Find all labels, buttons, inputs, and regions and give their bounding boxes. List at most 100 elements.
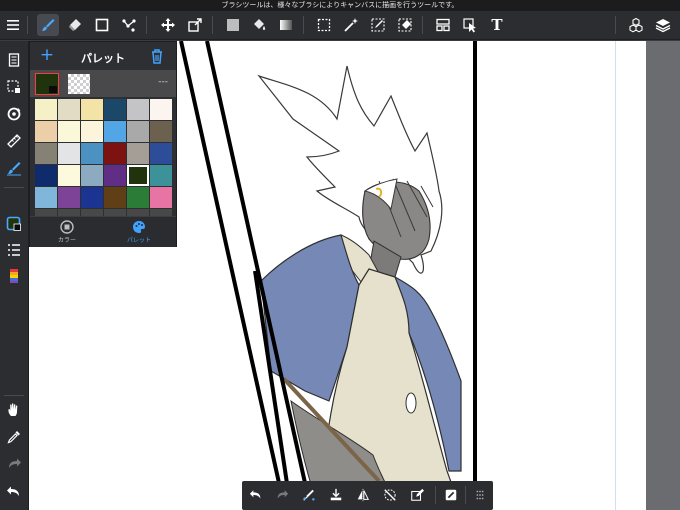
menu-icon[interactable] bbox=[2, 14, 24, 36]
palette-swatch[interactable] bbox=[127, 121, 149, 142]
rotate-view-icon[interactable] bbox=[3, 103, 25, 125]
left-tool-strip bbox=[0, 41, 29, 510]
palette-swatch[interactable] bbox=[104, 187, 126, 208]
toolbar-divider bbox=[27, 16, 28, 34]
ruler-icon[interactable] bbox=[3, 130, 25, 152]
move-tool-icon[interactable] bbox=[157, 14, 179, 36]
strip-divider bbox=[4, 395, 24, 396]
strip-divider bbox=[4, 187, 24, 188]
select-pen-icon[interactable] bbox=[367, 14, 389, 36]
toolbar-divider bbox=[422, 16, 423, 34]
text-tool-icon[interactable]: T bbox=[486, 14, 508, 36]
palette-footer-tabs: カラー パレット bbox=[30, 216, 176, 247]
page-manager-icon[interactable] bbox=[3, 49, 25, 71]
palette-swatch[interactable] bbox=[81, 121, 103, 142]
palette-swatch[interactable] bbox=[127, 187, 149, 208]
bottom-divider bbox=[465, 486, 466, 504]
flip-icon[interactable] bbox=[353, 485, 373, 505]
redo-icon[interactable] bbox=[272, 485, 292, 505]
color-bar-icon[interactable] bbox=[3, 265, 25, 287]
tool-hint-text: ブラシツールは、様々なブラシによりキャンバスに描画を行うツールです。 bbox=[221, 1, 459, 9]
palette-swatch[interactable] bbox=[150, 121, 172, 142]
tab-color[interactable]: カラー bbox=[42, 220, 92, 244]
frame-tool-icon[interactable] bbox=[432, 14, 454, 36]
eraser-tool-icon[interactable] bbox=[64, 14, 86, 36]
palette-swatch[interactable] bbox=[104, 143, 126, 164]
eyedropper-icon[interactable] bbox=[3, 426, 25, 448]
undo-icon[interactable] bbox=[3, 481, 25, 503]
edit-icon[interactable] bbox=[407, 485, 427, 505]
palette-swatch[interactable] bbox=[104, 121, 126, 142]
current-color-more[interactable]: --- bbox=[158, 77, 168, 87]
palette-swatch[interactable] bbox=[81, 99, 103, 120]
fill-square-icon[interactable] bbox=[222, 14, 244, 36]
palette-swatch[interactable] bbox=[35, 99, 57, 120]
palette-swatch[interactable] bbox=[150, 99, 172, 120]
palette-swatch[interactable] bbox=[127, 99, 149, 120]
more-icon[interactable] bbox=[470, 485, 490, 505]
snap-icon[interactable] bbox=[299, 485, 319, 505]
palette-swatch[interactable] bbox=[127, 143, 149, 164]
palette-swatch[interactable] bbox=[58, 121, 80, 142]
transparent-color-swatch[interactable] bbox=[68, 74, 90, 94]
palette-swatch[interactable] bbox=[150, 187, 172, 208]
bottom-toolbar bbox=[242, 481, 493, 510]
operation-tool-icon[interactable] bbox=[459, 14, 481, 36]
tab-palette[interactable]: パレット bbox=[114, 220, 164, 244]
brush-tool-icon[interactable] bbox=[37, 14, 59, 36]
tool-hint-bar: ブラシツールは、様々なブラシによりキャンバスに描画を行うツールです。 bbox=[0, 0, 680, 11]
import-icon[interactable] bbox=[326, 485, 346, 505]
selection-layer-icon[interactable] bbox=[3, 76, 25, 98]
rect-tool-icon[interactable] bbox=[91, 14, 113, 36]
dot-tool-icon[interactable] bbox=[118, 14, 140, 36]
palette-swatch[interactable] bbox=[58, 99, 80, 120]
palette-swatch[interactable] bbox=[58, 165, 80, 186]
magic-wand-icon[interactable] bbox=[340, 14, 362, 36]
palette-swatch-grid bbox=[35, 99, 173, 230]
redo-icon[interactable] bbox=[3, 453, 25, 475]
toolbar-divider bbox=[146, 16, 147, 34]
palette-swatch[interactable] bbox=[35, 165, 57, 186]
materials-icon[interactable] bbox=[625, 14, 647, 36]
palette-swatch[interactable] bbox=[81, 187, 103, 208]
toolbar-divider bbox=[615, 16, 616, 34]
palette-swatch[interactable] bbox=[35, 187, 57, 208]
transform-tool-icon[interactable] bbox=[184, 14, 206, 36]
bottom-divider bbox=[435, 486, 436, 504]
color-swatch-icon[interactable] bbox=[3, 213, 25, 235]
palette-header: + パレット bbox=[30, 42, 176, 70]
current-color-row: --- bbox=[30, 70, 176, 97]
palette-swatch[interactable] bbox=[150, 165, 172, 186]
stroke-brush-icon[interactable] bbox=[3, 157, 25, 179]
add-color-button[interactable]: + bbox=[38, 47, 56, 65]
color-tab-icon bbox=[60, 220, 74, 234]
undo-icon[interactable] bbox=[246, 485, 266, 505]
brush-list-icon[interactable] bbox=[3, 239, 25, 261]
hand-tool-icon[interactable] bbox=[3, 399, 25, 421]
palette-swatch[interactable] bbox=[35, 121, 57, 142]
layers-icon[interactable] bbox=[652, 14, 674, 36]
main-toolbar: T bbox=[0, 11, 680, 40]
gradient-tool-icon[interactable] bbox=[275, 14, 297, 36]
fill-icon[interactable] bbox=[441, 485, 461, 505]
trash-icon[interactable] bbox=[148, 47, 166, 65]
palette-swatch[interactable] bbox=[81, 143, 103, 164]
current-color-swatch[interactable] bbox=[35, 73, 59, 95]
tab-color-label: カラー bbox=[57, 237, 76, 244]
palette-swatch[interactable] bbox=[127, 165, 149, 186]
toolbar-divider bbox=[303, 16, 304, 34]
palette-swatch[interactable] bbox=[104, 99, 126, 120]
palette-swatch[interactable] bbox=[104, 165, 126, 186]
toolbar-divider bbox=[212, 16, 213, 34]
palette-swatch[interactable] bbox=[35, 143, 57, 164]
palette-swatch[interactable] bbox=[150, 143, 172, 164]
palette-title: パレット bbox=[81, 52, 125, 65]
palette-swatch[interactable] bbox=[58, 143, 80, 164]
select-rect-icon[interactable] bbox=[313, 14, 335, 36]
bucket-tool-icon[interactable] bbox=[248, 14, 270, 36]
palette-swatch[interactable] bbox=[81, 165, 103, 186]
canvas-margin bbox=[646, 41, 680, 510]
cancel-select-icon[interactable] bbox=[380, 485, 400, 505]
select-eraser-icon[interactable] bbox=[394, 14, 416, 36]
palette-swatch[interactable] bbox=[58, 187, 80, 208]
